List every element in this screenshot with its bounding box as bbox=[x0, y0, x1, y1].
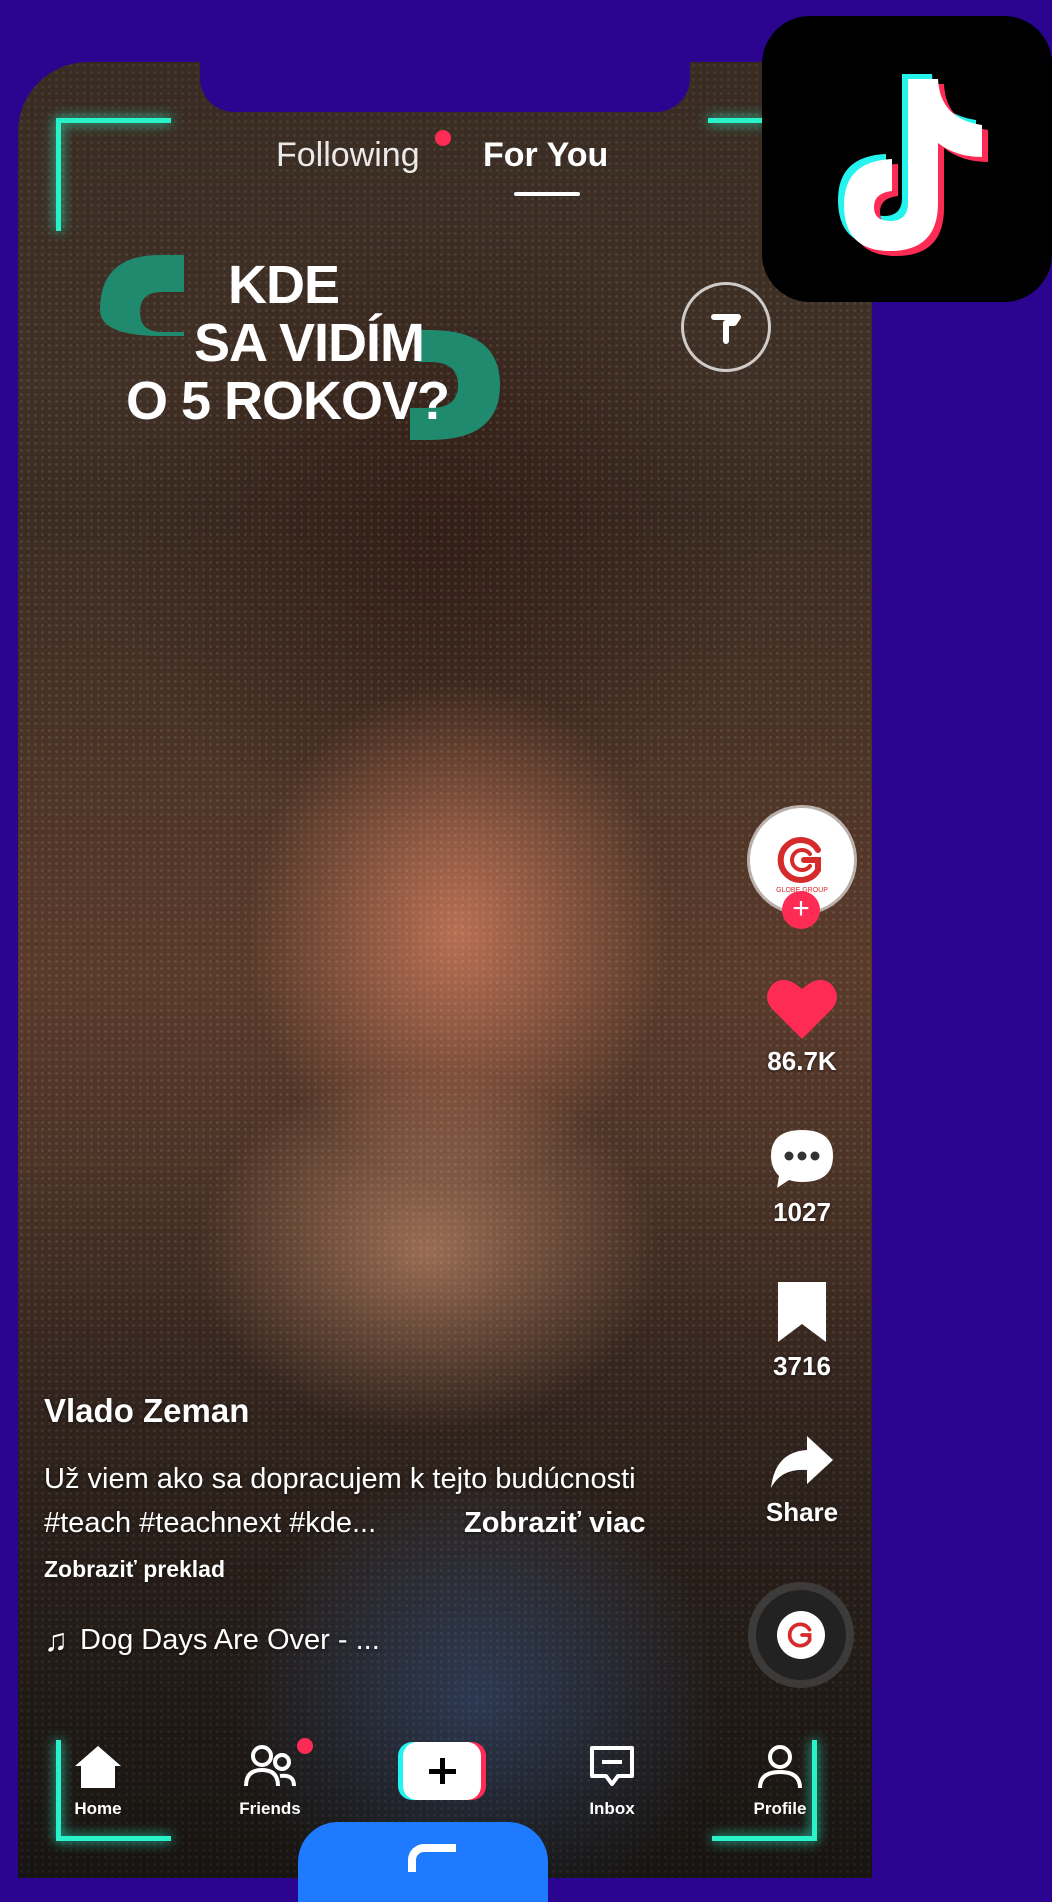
comment-button[interactable]: 1027 bbox=[752, 1126, 852, 1228]
music-note-icon: ♫ bbox=[44, 1622, 68, 1658]
sync-icon[interactable] bbox=[681, 282, 771, 372]
active-tab-indicator bbox=[514, 192, 580, 196]
nav-home[interactable]: Home bbox=[38, 1744, 158, 1819]
disc-logo-icon bbox=[777, 1611, 825, 1659]
share-label: Share bbox=[765, 1497, 839, 1527]
video-headline-overlay: KDE SA VIDÍM O 5 ROKOV? bbox=[100, 250, 500, 450]
blue-tab-glyph-icon bbox=[408, 1844, 456, 1872]
follow-plus-button[interactable]: + bbox=[782, 891, 820, 929]
creator-username[interactable]: Vlado Zeman bbox=[44, 1392, 249, 1430]
inbox-icon bbox=[590, 1746, 634, 1786]
create-plus-icon[interactable] bbox=[398, 1742, 486, 1800]
video-description: Už viem ako sa dopracujem k tejto budúcn… bbox=[44, 1457, 724, 1545]
frame-corner-top-left bbox=[56, 118, 171, 231]
globe-group-logo-icon bbox=[777, 837, 821, 883]
nav-inbox[interactable]: Inbox bbox=[552, 1744, 672, 1819]
music-disc-button[interactable] bbox=[756, 1590, 846, 1680]
bookmark-icon bbox=[778, 1282, 826, 1342]
nav-inbox-label: Inbox bbox=[589, 1799, 635, 1818]
friends-icon bbox=[244, 1745, 296, 1787]
frame-corner-top-right bbox=[708, 118, 766, 133]
nav-friends[interactable]: Friends bbox=[210, 1744, 330, 1819]
comment-count: 1027 bbox=[773, 1197, 831, 1227]
headline-line-2: SA VIDÍM bbox=[194, 313, 425, 373]
tab-following[interactable]: Following bbox=[276, 136, 420, 175]
heart-icon bbox=[767, 979, 837, 1039]
see-more-link[interactable]: Zobraziť viac bbox=[464, 1501, 646, 1545]
save-count: 3716 bbox=[773, 1351, 831, 1381]
following-notification-dot bbox=[435, 130, 451, 146]
bottom-blue-tab bbox=[298, 1822, 548, 1902]
home-icon bbox=[75, 1746, 121, 1788]
translate-link[interactable]: Zobraziť preklad bbox=[44, 1556, 225, 1583]
comment-icon bbox=[771, 1130, 833, 1188]
tiktok-logo-icon bbox=[762, 16, 1052, 302]
share-button[interactable]: Share bbox=[752, 1432, 852, 1528]
music-track[interactable]: ♫ Dog Days Are Over - ... bbox=[44, 1622, 380, 1659]
music-title: Dog Days Are Over - ... bbox=[80, 1624, 380, 1656]
nav-friends-label: Friends bbox=[239, 1799, 301, 1818]
bottom-navigation: Home Friends Inbox Profile bbox=[0, 1730, 1052, 1840]
headline-line-1: KDE bbox=[228, 255, 340, 315]
like-count: 86.7K bbox=[767, 1046, 837, 1076]
headline-line-3: O 5 ROKOV? bbox=[126, 371, 450, 431]
friends-notification-dot bbox=[297, 1738, 313, 1754]
profile-icon bbox=[758, 1745, 802, 1789]
like-button[interactable]: 86.7K bbox=[752, 975, 852, 1077]
nav-profile[interactable]: Profile bbox=[720, 1744, 840, 1819]
phone-notch bbox=[200, 62, 690, 112]
nav-home-label: Home bbox=[74, 1799, 122, 1818]
share-arrow-icon bbox=[771, 1436, 833, 1488]
nav-profile-label: Profile bbox=[753, 1799, 807, 1818]
description-line-1: Už viem ako sa dopracujem k tejto budúcn… bbox=[44, 1463, 636, 1495]
tab-for-you[interactable]: For You bbox=[483, 136, 608, 175]
save-button[interactable]: 3716 bbox=[752, 1278, 852, 1382]
